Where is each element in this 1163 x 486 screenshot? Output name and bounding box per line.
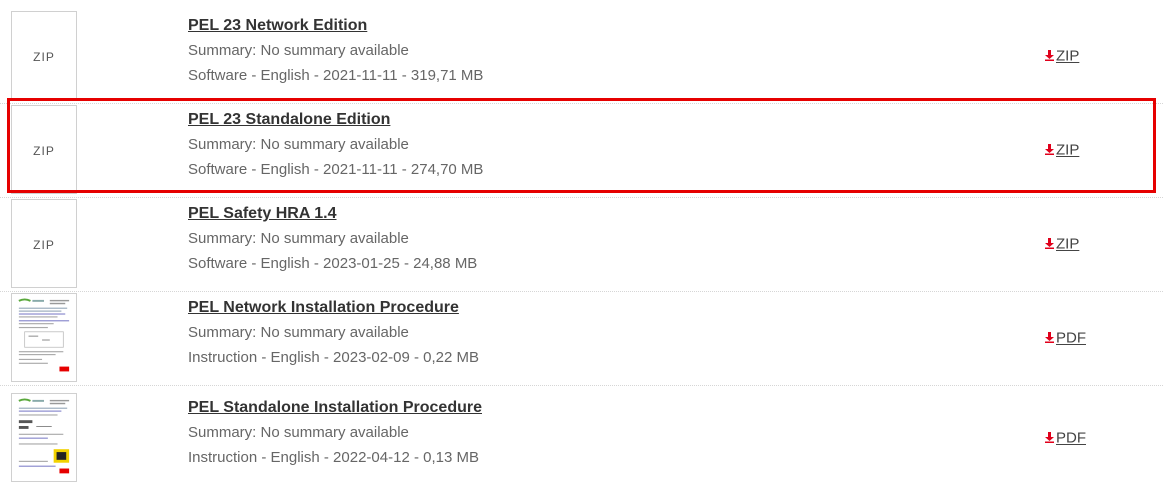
- download-label: ZIP: [1056, 235, 1080, 253]
- document-preview-icon: [18, 298, 70, 372]
- thumbnail-label: ZIP: [33, 238, 55, 252]
- pdf-thumbnail[interactable]: [11, 293, 77, 382]
- thumbnail-label: ZIP: [33, 50, 55, 64]
- download-zip-link[interactable]: ZIP: [1045, 141, 1079, 159]
- zip-thumbnail[interactable]: ZIP: [11, 105, 77, 194]
- document-title-link[interactable]: PEL Network Installation Procedure: [188, 299, 459, 317]
- download-icon: [1045, 430, 1054, 447]
- document-meta: Instruction - English - 2022-04-12 - 0,1…: [188, 449, 479, 466]
- document-meta: Software - English - 2021-11-11 - 319,71…: [188, 67, 484, 84]
- document-summary: Summary: No summary available: [188, 230, 409, 247]
- document-meta: Software - English - 2021-11-11 - 274,70…: [188, 161, 484, 178]
- list-item: ZIP PEL Safety HRA 1.4 Summary: No summa…: [0, 198, 1163, 292]
- document-title-link[interactable]: PEL Standalone Installation Procedure: [188, 399, 482, 417]
- row-divider: [0, 385, 1163, 386]
- list-item: ZIP PEL 23 Network Edition Summary: No s…: [0, 10, 1163, 104]
- zip-thumbnail[interactable]: ZIP: [11, 11, 77, 100]
- list-item: ZIP PEL 23 Standalone Edition Summary: N…: [0, 104, 1163, 198]
- download-label: PDF: [1056, 329, 1086, 347]
- download-icon: [1045, 236, 1054, 253]
- document-title-link[interactable]: PEL Safety HRA 1.4: [188, 205, 337, 223]
- document-summary: Summary: No summary available: [188, 136, 409, 153]
- download-pdf-link[interactable]: PDF: [1045, 429, 1086, 447]
- download-label: ZIP: [1056, 141, 1080, 159]
- document-meta: Instruction - English - 2023-02-09 - 0,2…: [188, 349, 479, 366]
- document-meta: Software - English - 2023-01-25 - 24,88 …: [188, 255, 478, 272]
- document-summary: Summary: No summary available: [188, 42, 409, 59]
- download-label: ZIP: [1056, 47, 1080, 65]
- list-item: PEL Network Installation Procedure Summa…: [0, 292, 1163, 386]
- thumbnail-label: ZIP: [33, 144, 55, 158]
- zip-thumbnail[interactable]: ZIP: [11, 199, 77, 288]
- document-title-link[interactable]: PEL 23 Standalone Edition: [188, 111, 390, 129]
- document-summary: Summary: No summary available: [188, 424, 409, 441]
- download-icon: [1045, 48, 1054, 65]
- document-summary: Summary: No summary available: [188, 324, 409, 341]
- list-item: PEL Standalone Installation Procedure Su…: [0, 392, 1163, 486]
- document-preview-icon: [18, 398, 70, 474]
- download-zip-link[interactable]: ZIP: [1045, 47, 1079, 65]
- download-icon: [1045, 142, 1054, 159]
- download-icon: [1045, 330, 1054, 347]
- download-label: PDF: [1056, 429, 1086, 447]
- download-pdf-link[interactable]: PDF: [1045, 329, 1086, 347]
- document-title-link[interactable]: PEL 23 Network Edition: [188, 17, 367, 35]
- pdf-thumbnail[interactable]: [11, 393, 77, 482]
- download-zip-link[interactable]: ZIP: [1045, 235, 1079, 253]
